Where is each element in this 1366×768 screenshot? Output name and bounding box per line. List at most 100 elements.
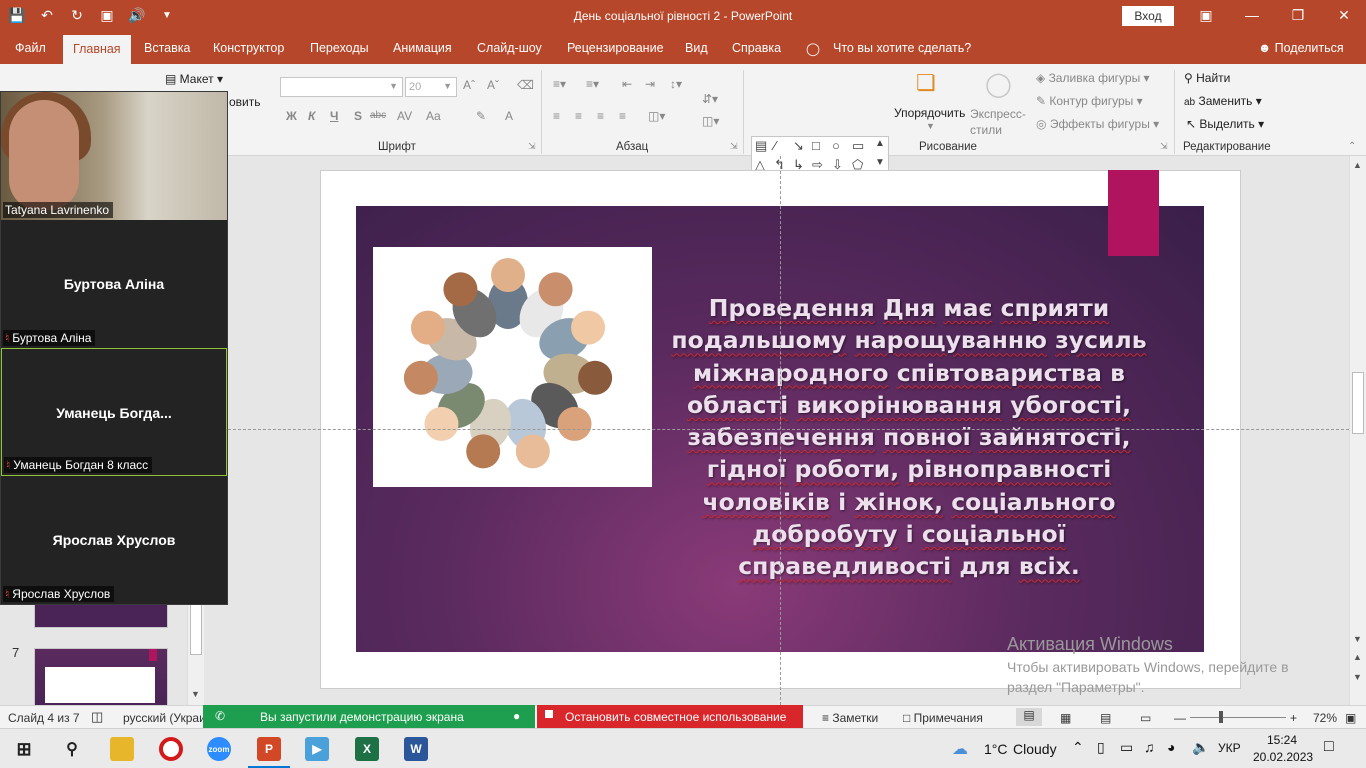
powerpoint-icon[interactable]: P [257,737,281,761]
search-icon[interactable]: ⚲ [60,737,84,761]
line-spacing-icon[interactable]: ↕▾ [670,77,682,91]
gallery-up-icon[interactable]: ▲ [875,138,885,149]
scrollbar-thumb[interactable] [1352,372,1364,434]
next-slide-icon[interactable]: ▼ [1353,672,1362,682]
clock-time[interactable]: 15:24 [1267,733,1297,747]
participant-tile[interactable]: Ярослав Хруслов ♮ Ярослав Хруслов [1,476,227,604]
clear-format-icon[interactable]: ⌫ [517,78,534,92]
strikethrough-button[interactable]: abc [370,110,386,121]
rectangle-shape-icon[interactable]: □ [812,138,820,153]
smartart-icon[interactable]: ◫▾ [702,114,719,128]
media-player-icon[interactable]: ▶ [305,737,329,761]
columns-icon[interactable]: ◫▾ [648,109,665,123]
slide-thumbnail[interactable] [34,648,168,706]
tab-file[interactable]: Файл [15,41,46,55]
find-button[interactable]: ⚲ Найти [1184,71,1230,85]
font-name-combo[interactable]: ▼ [280,77,403,97]
input-language[interactable]: УКР [1218,741,1241,755]
tab-animations[interactable]: Анимация [393,41,452,55]
slide-sorter-icon[interactable]: ▦ [1060,711,1071,725]
oval-shape-icon[interactable]: ○ [832,138,840,153]
font-size-combo[interactable]: 20 ▼ [405,77,457,97]
share-button[interactable]: ☻ Поделиться [1258,41,1344,55]
select-button[interactable]: ↖ Выделить ▾ [1186,117,1264,131]
arrange-button[interactable]: Упорядочить [894,106,965,120]
line-shape-icon[interactable]: ∕ [774,138,776,153]
align-center-icon[interactable]: ≡ [575,109,582,123]
wifi-icon[interactable]: ◕ [1167,739,1175,755]
decrease-indent-icon[interactable]: ⇤ [622,77,632,91]
font-color-button[interactable]: A [505,109,513,123]
slide-scrollbar[interactable]: ▲ ▼ ▲ ▼ [1349,156,1366,705]
justify-icon[interactable]: ≡ [619,109,626,123]
textbox-shape-icon[interactable]: ▤ [755,138,767,154]
maximize-icon[interactable]: ❐ [1286,4,1310,26]
notifications-icon[interactable]: □ [1324,738,1334,756]
normal-view-icon[interactable]: ▤ [1016,708,1042,726]
weather-text[interactable]: Cloudy [1013,741,1057,757]
slide-accent-bar[interactable] [1108,170,1159,256]
participant-tile-active[interactable]: Уманець Богда... ♮ Уманець Богдан 8 класс [1,348,227,476]
shadow-button[interactable]: S [354,109,362,123]
tab-home[interactable]: Главная [63,35,131,64]
quick-styles-button[interactable]: Экспресс-стили [970,106,1030,138]
tab-view[interactable]: Вид [685,41,708,55]
participant-tile[interactable]: Буртова Аліна ♮ Буртова Аліна [1,220,227,348]
word-icon[interactable]: W [404,737,428,761]
replace-button[interactable]: ab Заменить ▾ [1184,94,1262,108]
file-explorer-icon[interactable] [110,737,134,761]
spellcheck-icon[interactable]: ◫ [91,709,103,725]
zoom-slider[interactable] [1190,717,1286,718]
excel-icon[interactable]: X [355,737,379,761]
zoom-in-icon[interactable]: + [1290,711,1297,725]
language-indicator[interactable]: русский (Украи [123,711,203,725]
ribbon-display-icon[interactable]: ▣ [1194,4,1218,26]
tab-transitions[interactable]: Переходы [310,41,369,55]
shape-effects-button[interactable]: ◎ Эффекты фигуры ▾ [1036,117,1159,131]
signin-button[interactable]: Вход [1122,6,1174,26]
opera-icon[interactable] [159,737,183,761]
participant-tile[interactable]: Tatyana Lavrinenko [1,92,227,220]
increase-indent-icon[interactable]: ⇥ [645,77,655,91]
zoom-out-icon[interactable]: — [1174,711,1186,725]
scroll-down-icon[interactable]: ▼ [191,689,200,699]
highlight-icon[interactable]: ✎ [476,109,486,123]
tab-design[interactable]: Конструктор [213,41,284,55]
arrow-line-shape-icon[interactable]: ↘ [793,138,804,154]
windows-start-icon[interactable]: ⊞ [12,737,36,761]
volume-icon[interactable]: 🔈 [1192,739,1209,756]
align-right-icon[interactable]: ≡ [597,109,604,123]
char-spacing-button[interactable]: AV [397,109,412,123]
fit-slide-icon[interactable]: ▣ [1345,711,1356,725]
tab-slideshow[interactable]: Слайд-шоу [477,41,542,55]
gallery-down-icon[interactable]: ▼ [875,157,885,168]
grow-font-icon[interactable]: Aˆ [463,78,475,92]
shape-outline-button[interactable]: ✎ Контур фигуры ▾ [1036,94,1143,108]
align-left-icon[interactable]: ≡ [553,109,560,123]
slideshow-view-icon[interactable]: ▭ [1140,711,1151,725]
zoom-app-icon[interactable]: zoom [207,737,231,761]
change-case-button[interactable]: Aa [426,109,441,123]
rounded-rect-shape-icon[interactable]: ▭ [852,138,864,154]
tab-review[interactable]: Рецензирование [567,41,664,55]
usb-icon[interactable]: ▯ [1097,739,1105,756]
bold-button[interactable]: Ж [286,109,297,123]
scroll-down-icon[interactable]: ▼ [1353,634,1362,644]
battery-icon[interactable]: ▭ [1120,739,1133,756]
shape-fill-button[interactable]: ◈ Заливка фигуры ▾ [1036,71,1150,85]
tab-help[interactable]: Справка [732,41,781,55]
italic-button[interactable]: К [308,109,315,123]
clock-date[interactable]: 20.02.2023 [1253,750,1313,764]
underline-button[interactable]: Ч [330,109,338,123]
bullets-icon[interactable]: ≡▾ [553,77,566,91]
comments-button[interactable]: □ Примечания [903,711,983,725]
prev-slide-icon[interactable]: ▲ [1353,652,1362,662]
dialog-launcher-icon[interactable]: ⇲ [730,141,738,152]
tab-insert[interactable]: Вставка [144,41,190,55]
zoom-level[interactable]: 72% [1313,711,1337,725]
scroll-up-icon[interactable]: ▲ [1353,160,1362,170]
slide-picture[interactable] [373,247,652,487]
layout-button[interactable]: ▤ Макет ▾ [165,72,223,86]
dialog-launcher-icon[interactable]: ⇲ [528,141,536,152]
weather-temp[interactable]: 1°C [984,741,1008,757]
